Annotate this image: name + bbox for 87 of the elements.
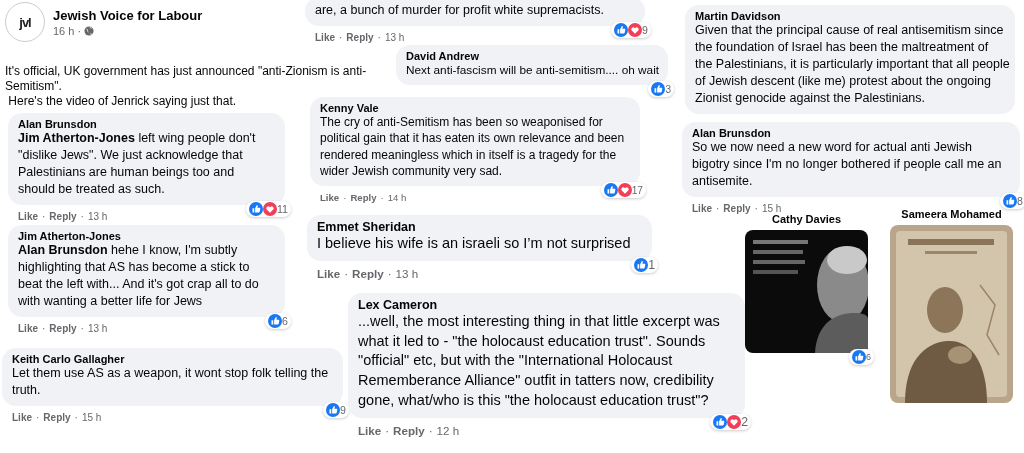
comment-time: 15 h bbox=[761, 203, 782, 214]
comment-author[interactable]: Jim Atherton-Jones bbox=[18, 230, 121, 242]
separator-dot: · bbox=[387, 266, 392, 280]
comment-text: I believe his wife is an israeli so I’m not surprised bbox=[317, 234, 631, 253]
comment-action-link[interactable]: Reply bbox=[350, 192, 377, 204]
comment-time: 13 h bbox=[384, 32, 405, 43]
comment-action-link[interactable]: Reply bbox=[346, 32, 374, 43]
separator-dot: · bbox=[716, 203, 720, 214]
comment-time: 14 h bbox=[387, 192, 407, 204]
comment-action-link[interactable]: Like bbox=[692, 203, 712, 214]
post-time: 16 h · bbox=[53, 24, 82, 37]
separator-dot: · bbox=[80, 323, 84, 334]
comment-author[interactable]: Kenny Vale bbox=[320, 102, 379, 114]
page-logo[interactable]: jvl bbox=[5, 2, 45, 42]
comment-text: are, a bunch of murder for profit white supremacists. bbox=[315, 2, 604, 19]
comment-text: Jim Atherton-Jones left wing people don't "dislike Jews". We just acknowledge that Palestinians are human beings too and should be treated as such. bbox=[18, 130, 256, 198]
comment-action-link[interactable]: Like bbox=[317, 266, 341, 280]
separator-dot: · bbox=[344, 266, 349, 280]
reaction-count: 1 bbox=[648, 257, 655, 272]
comment-time: 13 h bbox=[395, 266, 419, 280]
reaction-count: 9 bbox=[340, 404, 346, 416]
comment-action-link[interactable]: Reply bbox=[49, 211, 77, 222]
separator-dot: · bbox=[380, 192, 384, 204]
comment-action-link[interactable]: Like bbox=[18, 323, 38, 334]
reactions-pill[interactable]: 6 bbox=[849, 349, 874, 365]
reaction-count: 9 bbox=[642, 24, 648, 36]
comment-author[interactable]: Sameera Mohamed bbox=[901, 208, 1002, 220]
post-text: Here's the video of Jenrick saying just that. bbox=[7, 94, 237, 109]
comment-text: Let them use AS as a weapon, it wont stop folk telling the truth. bbox=[12, 365, 329, 399]
comment-text: The cry of anti-Semitism has been so weaponised for political gain that it has eaten its own relevance and been rendered meaningless which in itself is a tragedy for the wider Jewish community very sad. bbox=[320, 114, 625, 180]
reaction-count: 11 bbox=[277, 203, 288, 215]
comment-author[interactable]: Cathy Davies bbox=[771, 213, 842, 225]
separator-dot: · bbox=[754, 203, 758, 214]
reactions-pill[interactable]: 9 bbox=[323, 402, 349, 418]
reaction-count: 17 bbox=[631, 184, 643, 196]
comment-text: ...well, the most interesting thing in that little excerpt was what it led to - "the holocaust education trust". Sounds "official" etc, but with the "International Holocaust Rememberance Alliance" outfit in tatters now, credibility gone, what/who is this "the holocaust education trust"? bbox=[358, 312, 720, 410]
comment-action-link[interactable]: Reply bbox=[723, 203, 751, 214]
comment-time: 15 h bbox=[81, 412, 102, 423]
separator-dot: · bbox=[74, 412, 78, 423]
globe-icon bbox=[84, 25, 95, 36]
comment-action-link[interactable]: Like bbox=[12, 412, 32, 423]
comment-action-link[interactable]: Reply bbox=[43, 412, 71, 423]
comment-action-link[interactable]: Reply bbox=[393, 423, 425, 437]
reactions-pill[interactable]: 6 bbox=[265, 313, 291, 329]
separator-dot: · bbox=[80, 211, 84, 222]
comment-action-link[interactable]: Like bbox=[18, 211, 38, 222]
comment-text: Alan Brunsdon hehe I know, I'm subtly highlighting that AS has become a stick to beat the left with... And it's got crap all to do with wanting a better life for Jews bbox=[18, 242, 259, 310]
comment-author[interactable]: David Andrew bbox=[406, 50, 479, 62]
comment-action-link[interactable]: Reply bbox=[49, 323, 77, 334]
post-text: It's official, UK government has just announced "anti-Zionism is anti- Semitism". bbox=[5, 64, 367, 94]
reactions-pill[interactable]: 3 bbox=[648, 81, 674, 98]
reactions-pill[interactable]: 11 bbox=[246, 201, 291, 217]
comment-author[interactable]: Lex Cameron bbox=[358, 298, 438, 312]
reaction-count: 6 bbox=[866, 352, 871, 362]
comment-time: 13 h bbox=[87, 211, 108, 222]
reaction-count: 2 bbox=[741, 414, 748, 429]
reaction-count: 3 bbox=[665, 83, 671, 95]
comment-action-link[interactable]: Like bbox=[358, 423, 382, 437]
comment-text: Next anti-fascism will be anti-semitism.... oh wait bbox=[406, 62, 660, 79]
comment-text: Given that the principal cause of real antisemitism since the foundation of Israel has been the maltreatment of the Palestinians, it is particularly important that all people of Jewish descent (like me) protest about the ongoing Zionist genocide against the Palestinians. bbox=[695, 22, 1010, 107]
separator-dot: · bbox=[339, 32, 343, 43]
comment-author[interactable]: Keith Carlo Gallagher bbox=[12, 353, 125, 365]
reactions-pill[interactable]: 1 bbox=[631, 256, 658, 273]
comment-time: 13 h bbox=[87, 323, 108, 334]
reactions-pill[interactable]: 2 bbox=[710, 413, 751, 430]
reactions-pill[interactable]: 9 bbox=[611, 22, 651, 38]
reactions-pill[interactable]: 8 bbox=[1000, 193, 1024, 209]
comment-text: So we now need a new word for actual anti Jewish bigotry since I'm no longer bothered if people call me an antisemite. bbox=[692, 139, 1002, 190]
comment-action-link[interactable]: Like bbox=[315, 32, 335, 43]
page-name[interactable]: Jewish Voice for Labour bbox=[53, 7, 203, 23]
reactions-pill[interactable]: 17 bbox=[600, 182, 646, 199]
separator-dot: · bbox=[42, 211, 46, 222]
comment-author[interactable]: Martin Davidson bbox=[695, 10, 781, 22]
separator-dot: · bbox=[36, 412, 40, 423]
comment-action-link[interactable]: Like bbox=[320, 192, 340, 204]
comment-author[interactable]: Emmet Sheridan bbox=[317, 220, 416, 234]
comment-action-link[interactable]: Reply bbox=[352, 266, 384, 280]
comment-author[interactable]: Alan Brunsdon bbox=[18, 118, 97, 130]
reaction-count: 6 bbox=[282, 315, 288, 327]
separator-dot: · bbox=[377, 32, 381, 43]
comment-author[interactable]: Alan Brunsdon bbox=[692, 127, 771, 139]
separator-dot: · bbox=[385, 423, 390, 437]
reaction-count: 8 bbox=[1017, 195, 1023, 207]
separator-dot: · bbox=[428, 423, 433, 437]
comment-time: 12 h bbox=[436, 423, 460, 437]
separator-dot: · bbox=[343, 192, 347, 204]
separator-dot: · bbox=[42, 323, 46, 334]
